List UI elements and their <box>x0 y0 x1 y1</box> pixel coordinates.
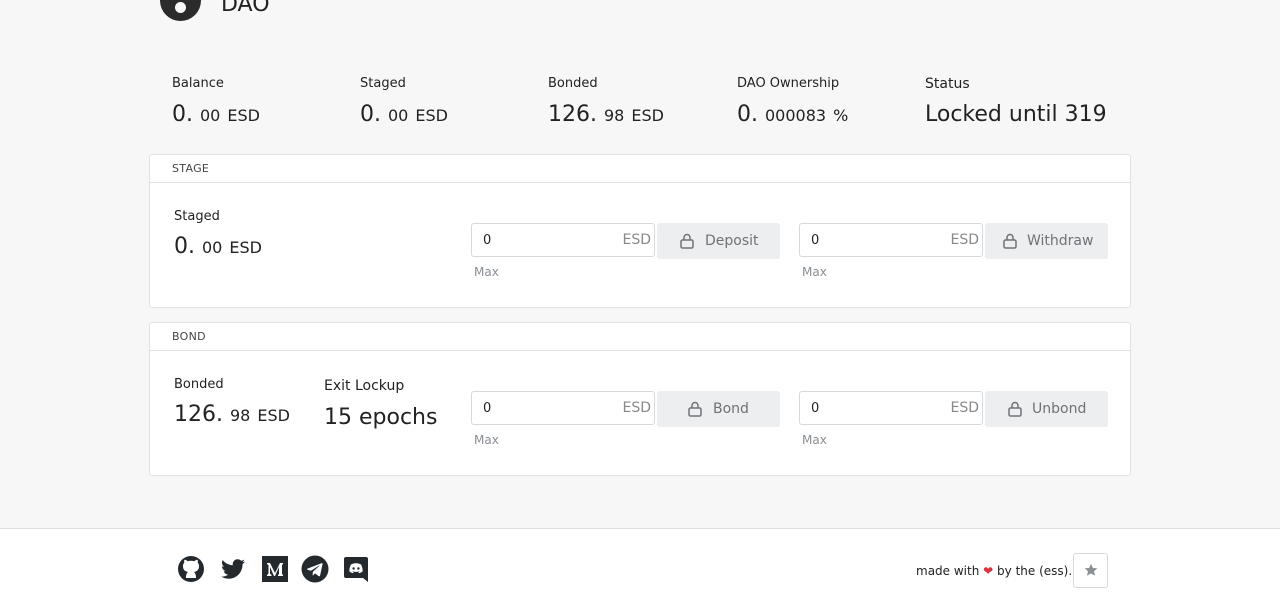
unbond-button[interactable]: Unbond <box>985 391 1108 427</box>
bonded-dec: 98 <box>229 406 251 425</box>
logo-icon <box>160 0 201 21</box>
stat-dao-ownership: DAO Ownership 0. 000083 % <box>737 75 848 130</box>
stat-dec: 98 <box>603 106 625 125</box>
lock-icon <box>1008 401 1022 417</box>
staged-int: 0. <box>174 234 195 259</box>
lock-icon <box>680 233 694 249</box>
stat-label: Bonded <box>548 76 598 91</box>
stat-unit: ESD <box>227 106 260 125</box>
status-value: Locked until 319 <box>925 102 1107 127</box>
stat-dec: 00 <box>388 106 409 125</box>
bond-header: BOND <box>150 323 1130 351</box>
stat-label: DAO Ownership <box>737 76 840 91</box>
stat-value: 0. 000083 % <box>737 101 848 130</box>
by-label: by the (ess). <box>997 564 1073 578</box>
unbond-max-link[interactable]: Max <box>802 433 827 447</box>
lock-icon <box>688 401 702 417</box>
footer: made with ❤ by the (ess). <box>0 528 1280 612</box>
discord-icon[interactable] <box>342 555 370 583</box>
stat-value: 126. 98 ESD <box>548 101 664 130</box>
bonded-unit: ESD <box>257 406 290 425</box>
unbond-button-label: Unbond <box>1032 401 1087 417</box>
stat-label: Staged <box>360 76 406 91</box>
deposit-button[interactable]: Deposit <box>657 223 780 259</box>
bond-input[interactable]: 0 ESD <box>471 391 655 425</box>
stat-unit: ESD <box>415 106 448 125</box>
withdraw-button[interactable]: Withdraw <box>985 223 1108 259</box>
deposit-input-value: 0 <box>483 233 492 248</box>
stat-value: 0. 00 ESD <box>360 101 448 130</box>
bond-input-value: 0 <box>483 401 492 416</box>
bonded-label: Bonded <box>174 377 224 392</box>
stat-staged: Staged 0. 00 ESD <box>360 75 448 130</box>
stat-dec: 00 <box>200 106 221 125</box>
twitter-icon[interactable] <box>219 555 247 583</box>
stage-header: STAGE <box>150 155 1130 183</box>
withdraw-max-link[interactable]: Max <box>802 265 827 279</box>
bond-max-link[interactable]: Max <box>474 433 499 447</box>
stat-status: Status Locked until 319 <box>925 75 1107 129</box>
stat-label: Balance <box>172 76 224 91</box>
staged-label: Staged <box>174 209 220 224</box>
stat-label: Status <box>925 76 970 92</box>
unbond-input-unit: ESD <box>950 400 979 416</box>
bonded-value: 126. 98 ESD <box>174 402 290 427</box>
stat-value: 0. 00 ESD <box>172 101 260 130</box>
bond-panel: BOND Bonded 126. 98 ESD Exit Lockup 15 e… <box>149 322 1131 476</box>
star-icon <box>1084 563 1098 576</box>
heart-icon: ❤ <box>983 564 994 578</box>
stat-balance: Balance 0. 00 ESD <box>172 75 260 130</box>
withdraw-input-value: 0 <box>811 233 820 248</box>
bond-button-label: Bond <box>713 401 749 417</box>
staged-unit: ESD <box>229 238 262 257</box>
staged-dec: 00 <box>202 238 223 257</box>
withdraw-button-label: Withdraw <box>1027 233 1094 249</box>
bonded-int: 126. <box>174 402 223 427</box>
page-title: DAO <box>221 0 270 17</box>
deposit-input[interactable]: 0 ESD <box>471 223 655 257</box>
staged-value: 0. 00 ESD <box>174 234 262 259</box>
made-with-label: made with <box>916 564 980 578</box>
theme-toggle-button[interactable] <box>1073 553 1108 588</box>
withdraw-input-unit: ESD <box>950 232 979 248</box>
stat-int: 0. <box>172 102 193 127</box>
stat-bonded: Bonded 126. 98 ESD <box>548 75 664 130</box>
bond-input-unit: ESD <box>622 400 651 416</box>
telegram-icon[interactable] <box>301 555 329 583</box>
stat-unit: % <box>833 106 849 125</box>
stat-int: 126. <box>548 102 597 127</box>
stage-panel: STAGE Staged 0. 00 ESD 0 ESD Deposit Max… <box>149 154 1131 308</box>
bond-button[interactable]: Bond <box>657 391 780 427</box>
exit-lockup-value: 15 epochs <box>324 405 438 430</box>
made-with-text: made with ❤ by the (ess). <box>916 564 1072 578</box>
deposit-button-label: Deposit <box>705 233 759 249</box>
unbond-input[interactable]: 0 ESD <box>799 391 983 425</box>
exit-lockup-label: Exit Lockup <box>324 378 405 394</box>
medium-icon[interactable] <box>261 555 289 583</box>
unbond-input-value: 0 <box>811 401 820 416</box>
stat-dec: 000083 <box>765 106 827 125</box>
stat-int: 0. <box>360 102 381 127</box>
withdraw-input[interactable]: 0 ESD <box>799 223 983 257</box>
lock-icon <box>1003 233 1017 249</box>
stat-int: 0. <box>737 102 758 127</box>
deposit-input-unit: ESD <box>622 232 651 248</box>
stat-unit: ESD <box>631 106 664 125</box>
deposit-max-link[interactable]: Max <box>474 265 499 279</box>
github-icon[interactable] <box>177 555 205 583</box>
